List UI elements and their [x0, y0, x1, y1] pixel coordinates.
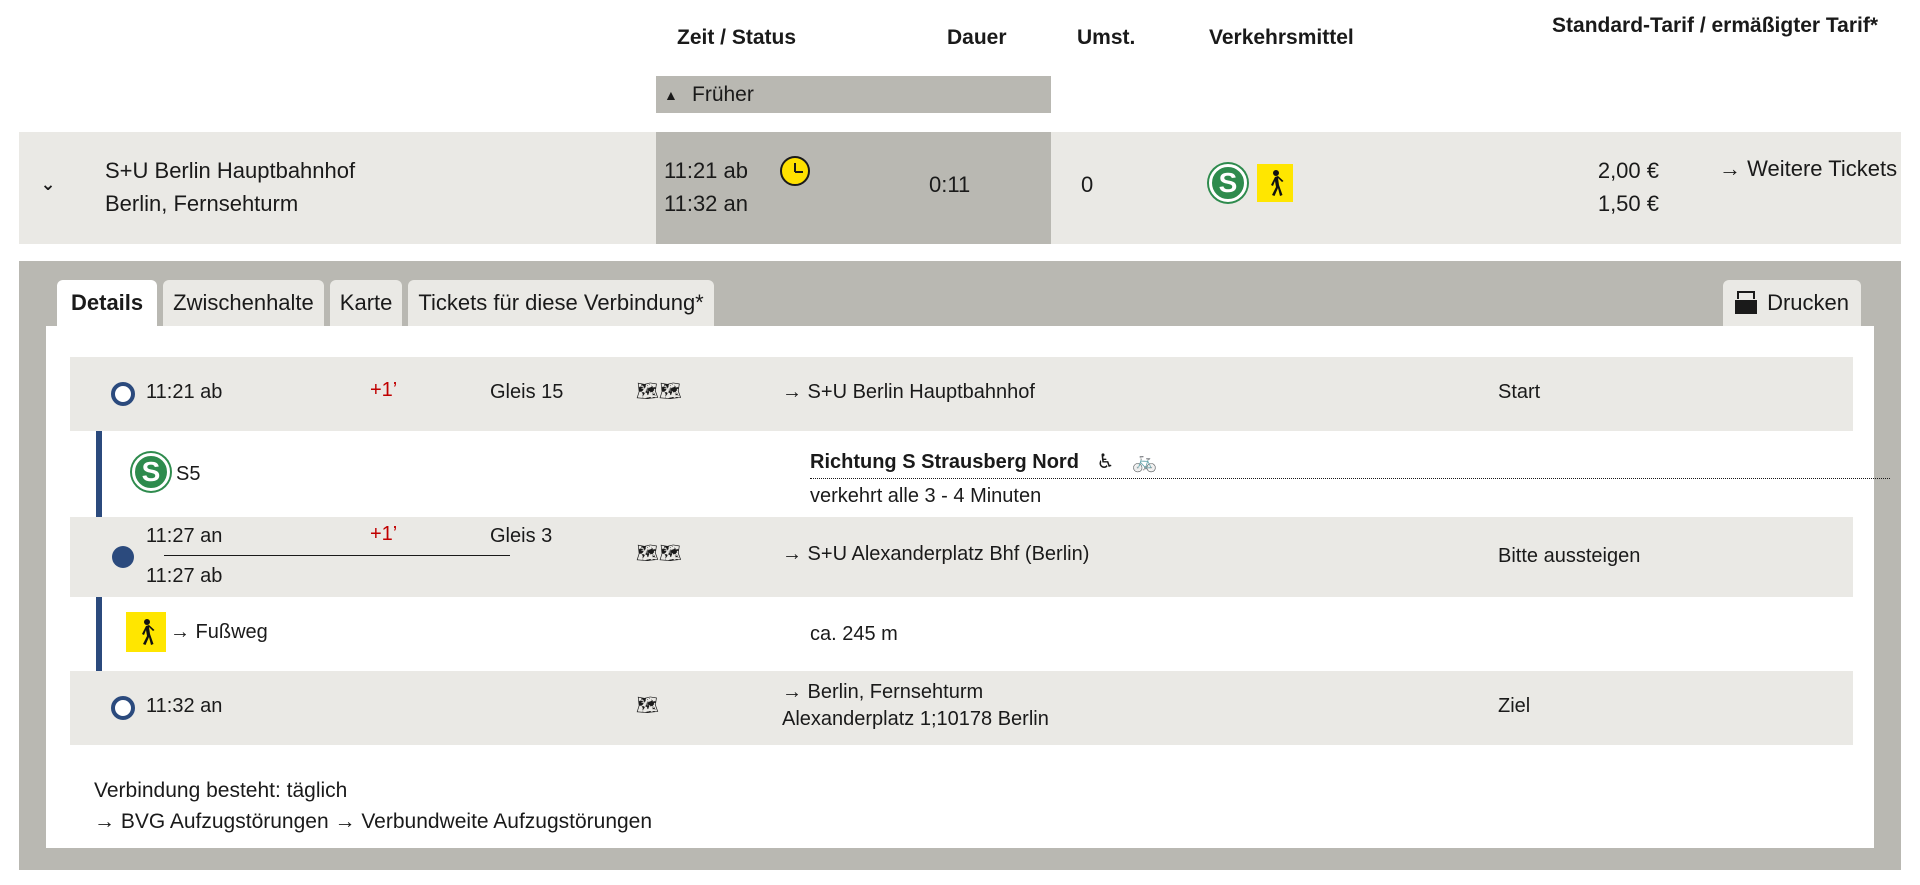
- change-delay: +1’: [370, 523, 398, 545]
- earlier-label: Früher: [692, 82, 754, 106]
- end-station: → Berlin, Fernsehturm: [782, 681, 984, 703]
- col-tariff-header: Standard-Tarif / ermäßigter Tarif*: [1552, 14, 1878, 37]
- chevron-up-icon: ▲: [664, 86, 678, 103]
- end-note: Ziel: [1498, 695, 1531, 717]
- validity-text: Verbindung besteht: täglich: [94, 779, 348, 802]
- col-duration-header: Dauer: [947, 26, 1007, 49]
- clock-icon: [780, 156, 810, 186]
- end-stop-marker: [111, 696, 135, 720]
- vbb-elevator-link[interactable]: → Verbundweite Aufzugstörungen: [334, 810, 652, 833]
- print-label: Drucken: [1767, 290, 1849, 315]
- footer-links: → BVG Aufzugstörungen → Verbundweite Auf…: [94, 810, 652, 834]
- times: 11:21 ab 11:32 an: [664, 154, 748, 220]
- col-transport-header: Verkehrsmittel: [1209, 26, 1354, 49]
- changes-count: 0: [1081, 172, 1094, 197]
- walk-icon: [1257, 164, 1293, 202]
- price-reduced: 1,50 €: [1597, 191, 1659, 216]
- leg-change-row: 11:27 an +1’ 11:27 ab Gleis 3 🗺🗺 → S+U A…: [70, 517, 1853, 597]
- arrival-time: 11:32 an: [664, 191, 749, 216]
- transport-icons: S: [1209, 164, 1293, 202]
- prices: 2,00 € 1,50 €: [1579, 154, 1659, 220]
- duration: 0:11: [929, 172, 971, 197]
- tab-map[interactable]: Karte: [329, 280, 403, 326]
- results-header: Zeit / Status Dauer Umst. Verkehrsmittel…: [0, 0, 1920, 130]
- details-tabs: Details Zwischenhalte Karte Tickets für …: [57, 280, 714, 326]
- printer-icon: [1735, 291, 1758, 315]
- change-note: Bitte aussteigen: [1498, 545, 1641, 567]
- start-delay: +1’: [370, 379, 398, 401]
- to-station: Berlin, Fernsehturm: [105, 191, 299, 216]
- chevron-down-icon[interactable]: ⌄: [37, 174, 59, 198]
- s-bahn-icon: S: [1209, 164, 1247, 202]
- end-address: Alexanderplatz 1;10178 Berlin: [782, 708, 1049, 730]
- leg-walk-row: → Fußweg ca. 245 m: [70, 597, 1853, 671]
- walk-label: → Fußweg: [170, 621, 268, 643]
- direction-label: Richtung S Strausberg Nord: [810, 451, 1079, 473]
- change-platform: Gleis 3: [490, 525, 553, 547]
- leg-end-row: 11:32 an 🗺 → Berlin, Fernsehturm Alexand…: [70, 671, 1853, 745]
- col-time-header: Zeit / Status: [677, 26, 797, 49]
- line-name: S5: [176, 463, 201, 485]
- start-platform: Gleis 15: [490, 381, 564, 403]
- leg-start-row: 11:21 ab +1’ Gleis 15 🗺🗺 → S+U Berlin Ha…: [70, 357, 1853, 431]
- bicycle-icon: 🚲: [1131, 451, 1157, 473]
- more-tickets-link[interactable]: → Weitere Tickets: [1719, 156, 1897, 182]
- connection-summary-row[interactable]: ⌄ S+U Berlin Hauptbahnhof Berlin, Fernse…: [19, 132, 1901, 244]
- col-changes-header: Umst.: [1077, 26, 1136, 49]
- price-standard: 2,00 €: [1597, 158, 1659, 183]
- map-icon[interactable]: 🗺🗺: [636, 543, 682, 564]
- bvg-elevator-link[interactable]: → BVG Aufzugstörungen: [94, 810, 329, 833]
- print-button[interactable]: Drucken: [1723, 280, 1861, 326]
- change-station: → S+U Alexanderplatz Bhf (Berlin): [782, 543, 1090, 565]
- start-time: 11:21 ab: [146, 381, 223, 403]
- start-note: Start: [1498, 381, 1541, 403]
- frequency: verkehrt alle 3 - 4 Minuten: [810, 485, 1042, 507]
- start-station: → S+U Berlin Hauptbahnhof: [782, 381, 1035, 403]
- divider: [164, 555, 510, 556]
- wheelchair-icon: ♿: [1096, 451, 1115, 473]
- change-stop-marker: [112, 546, 134, 568]
- tab-details[interactable]: Details: [57, 280, 158, 326]
- from-station: S+U Berlin Hauptbahnhof: [105, 158, 356, 183]
- departure-time: 11:21 ab: [664, 158, 749, 183]
- earlier-button[interactable]: ▲ Früher: [656, 76, 1051, 113]
- s-bahn-icon: S: [132, 453, 170, 491]
- walk-distance: ca. 245 m: [810, 623, 898, 645]
- change-arr-time: 11:27 an: [146, 525, 223, 547]
- details-content: 11:21 ab +1’ Gleis 15 🗺🗺 → S+U Berlin Ha…: [46, 326, 1890, 848]
- leg-ride-row: S S5 Richtung S Strausberg Nord ♿ 🚲 verk…: [70, 431, 1890, 517]
- change-dep-time: 11:27 ab: [146, 565, 223, 587]
- details-panel: Details Zwischenhalte Karte Tickets für …: [19, 261, 1901, 870]
- direction: Richtung S Strausberg Nord ♿ 🚲: [810, 449, 1890, 479]
- map-icon[interactable]: 🗺: [636, 695, 659, 716]
- start-stop-marker: [111, 382, 135, 406]
- end-time: 11:32 an: [146, 695, 223, 717]
- tab-stops[interactable]: Zwischenhalte: [163, 280, 324, 326]
- stations: S+U Berlin Hauptbahnhof Berlin, Fernseht…: [105, 154, 355, 220]
- walk-icon: [126, 612, 166, 652]
- map-icon[interactable]: 🗺🗺: [636, 381, 682, 402]
- tab-tickets[interactable]: Tickets für diese Verbindung*: [408, 280, 714, 326]
- time-status-cell: 11:21 ab 11:32 an 0:11: [656, 132, 1051, 244]
